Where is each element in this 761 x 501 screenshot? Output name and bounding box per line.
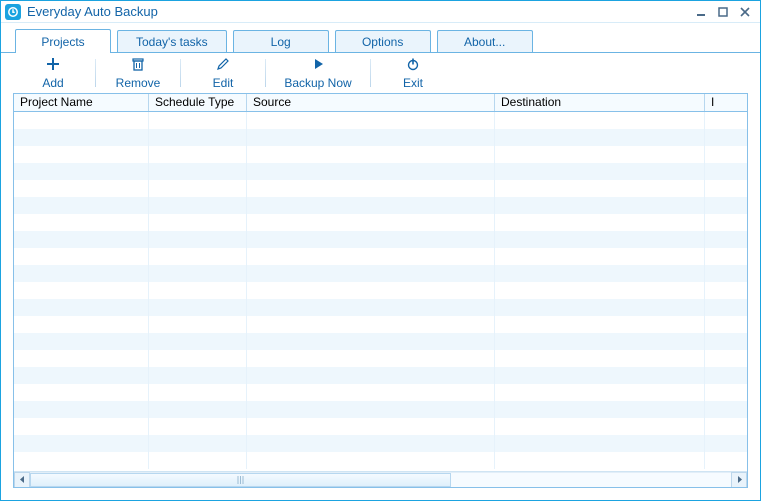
remove-button[interactable]: Remove [98, 55, 178, 91]
tab-todays-tasks[interactable]: Today's tasks [117, 30, 227, 52]
table-row[interactable] [14, 452, 747, 469]
table-row[interactable] [14, 129, 747, 146]
toolbar: Add Remove Edit Backup Now [1, 53, 760, 93]
separator [265, 59, 266, 87]
tab-bar: Projects Today's tasks Log Options About… [1, 23, 760, 53]
projects-grid: Project Name Schedule Type Source Destin… [13, 93, 748, 488]
separator [95, 59, 96, 87]
table-row[interactable] [14, 180, 747, 197]
table-row[interactable] [14, 146, 747, 163]
scroll-thumb[interactable] [30, 473, 451, 487]
scroll-track[interactable] [30, 472, 731, 488]
column-source[interactable]: Source [247, 94, 495, 111]
backup-now-button[interactable]: Backup Now [268, 55, 368, 91]
horizontal-scrollbar[interactable] [14, 471, 747, 487]
titlebar: Everyday Auto Backup [1, 1, 760, 23]
maximize-button[interactable] [712, 3, 734, 21]
table-row[interactable] [14, 248, 747, 265]
table-row[interactable] [14, 384, 747, 401]
power-icon [406, 57, 420, 74]
close-button[interactable] [734, 3, 756, 21]
column-project-name[interactable]: Project Name [14, 94, 149, 111]
exit-button[interactable]: Exit [373, 55, 453, 91]
app-window: Everyday Auto Backup Projects Today's ta… [0, 0, 761, 501]
tab-log[interactable]: Log [233, 30, 329, 52]
window-title: Everyday Auto Backup [27, 4, 158, 19]
exit-label: Exit [403, 76, 423, 90]
pencil-icon [216, 57, 230, 74]
grid-body[interactable] [14, 112, 747, 471]
play-icon [311, 57, 325, 74]
table-row[interactable] [14, 214, 747, 231]
table-row[interactable] [14, 316, 747, 333]
column-overflow[interactable]: I [705, 94, 748, 111]
grid-header: Project Name Schedule Type Source Destin… [14, 94, 747, 112]
table-row[interactable] [14, 367, 747, 384]
table-row[interactable] [14, 299, 747, 316]
separator [370, 59, 371, 87]
app-icon [5, 4, 21, 20]
edit-button[interactable]: Edit [183, 55, 263, 91]
column-destination[interactable]: Destination [495, 94, 705, 111]
add-button[interactable]: Add [13, 55, 93, 91]
minimize-button[interactable] [690, 3, 712, 21]
column-schedule-type[interactable]: Schedule Type [149, 94, 247, 111]
table-row[interactable] [14, 282, 747, 299]
remove-label: Remove [116, 76, 161, 90]
table-row[interactable] [14, 265, 747, 282]
grip-icon [236, 476, 245, 484]
backup-now-label: Backup Now [284, 76, 351, 90]
table-row[interactable] [14, 333, 747, 350]
plus-icon [46, 57, 60, 74]
table-row[interactable] [14, 231, 747, 248]
scroll-right-button[interactable] [731, 472, 747, 488]
table-row[interactable] [14, 435, 747, 452]
table-row[interactable] [14, 418, 747, 435]
tab-about[interactable]: About... [437, 30, 533, 52]
separator [180, 59, 181, 87]
table-row[interactable] [14, 350, 747, 367]
table-row[interactable] [14, 163, 747, 180]
table-row[interactable] [14, 401, 747, 418]
tab-options[interactable]: Options [335, 30, 431, 52]
add-label: Add [42, 76, 63, 90]
scroll-left-button[interactable] [14, 472, 30, 488]
table-row[interactable] [14, 197, 747, 214]
tab-projects[interactable]: Projects [15, 29, 111, 53]
edit-label: Edit [213, 76, 234, 90]
table-row[interactable] [14, 112, 747, 129]
trash-icon [131, 57, 145, 74]
